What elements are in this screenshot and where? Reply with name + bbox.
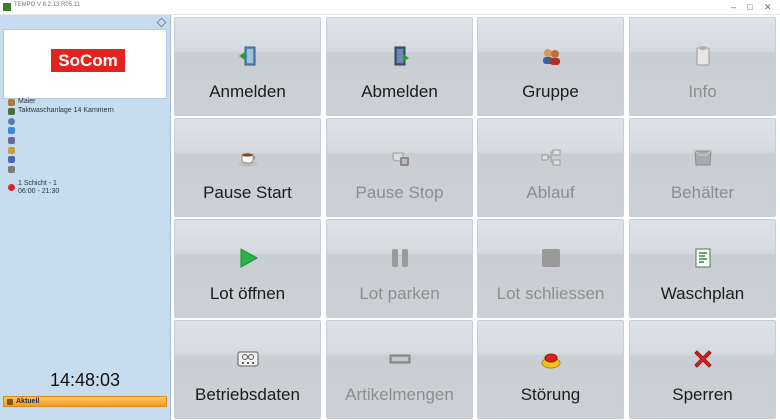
tile-artikelmengen[interactable]: Artikelmengen [326, 320, 473, 419]
tile-pause-stop[interactable]: Pause Stop [326, 118, 473, 217]
close-button[interactable]: ✕ [764, 1, 772, 13]
tile-behaelter[interactable]: Behälter [629, 118, 776, 217]
group-icon [8, 137, 15, 144]
clock: 14:48:03 [49, 370, 121, 390]
gear-icon [8, 166, 15, 173]
tile-label: Abmelden [361, 82, 438, 101]
tile-label: Lot öffnen [209, 284, 286, 303]
app-icon [3, 3, 11, 11]
stop-icon [539, 246, 563, 270]
alarm-button-icon [539, 347, 563, 371]
machine-data-icon [236, 347, 260, 371]
tile-label: Betriebsdaten [195, 385, 300, 404]
tile-label: Pause Start [203, 183, 292, 202]
tile-label: Störung [520, 385, 581, 404]
article-counter-icon [388, 347, 412, 371]
machine-name: Taktwaschanlage 14 Kammern [18, 107, 114, 114]
coffee-cup-icon [236, 145, 260, 169]
pin-icon[interactable] [156, 17, 167, 28]
tile-label: Gruppe [522, 82, 579, 101]
title-bar: TEMPO V 8.2.13 R05.11 – □ ✕ [0, 0, 780, 15]
login-door-icon [236, 44, 260, 68]
tile-label: Sperren [672, 385, 733, 404]
tile-stoerung[interactable]: Störung [477, 320, 624, 419]
pause-icon [388, 246, 412, 270]
container-icon [691, 145, 715, 169]
flow-icon [539, 145, 563, 169]
logout-door-icon [388, 44, 412, 68]
tile-info[interactable]: Info [629, 17, 776, 116]
tile-lot-parken[interactable]: Lot parken [326, 219, 473, 318]
aktuell-tab[interactable]: Aktuell [3, 396, 167, 407]
socom-logo: SoCom [51, 49, 125, 72]
shift-name: 1 Schicht - 1 [18, 180, 57, 187]
clipboard-icon [691, 44, 715, 68]
tile-lot-schliessen[interactable]: Lot schliessen [477, 219, 624, 318]
container-small-icon [8, 156, 15, 163]
tile-label: Pause Stop [355, 183, 444, 202]
tile-ablauf[interactable]: Ablauf [477, 118, 624, 217]
plan-document-icon [691, 246, 715, 270]
shift-time: 06:00 - 21:30 [18, 188, 60, 195]
tile-label: Lot parken [359, 284, 440, 303]
tile-label: Waschplan [660, 284, 745, 303]
red-x-icon [691, 347, 715, 371]
play-icon [236, 246, 260, 270]
tile-pause-start[interactable]: Pause Start [174, 118, 321, 217]
shift-icon [8, 184, 15, 191]
tile-gruppe[interactable]: Gruppe [477, 17, 624, 116]
maximize-button[interactable]: □ [747, 1, 752, 13]
cup-icon [8, 147, 15, 154]
tile-label: Anmelden [209, 82, 286, 101]
logo-area: SoCom [3, 29, 167, 99]
tile-anmelden[interactable]: Anmelden [174, 17, 321, 116]
tile-label: Artikelmengen [345, 385, 454, 404]
aktuell-icon [7, 399, 13, 405]
sidebar: SoCom Maier Taktwaschanlage 14 Kammern 1… [0, 15, 171, 420]
tile-label: Ablauf [526, 183, 575, 202]
tile-betriebsdaten[interactable]: Betriebsdaten [174, 320, 321, 419]
globe-icon [8, 118, 15, 125]
user-icon [8, 99, 15, 106]
machine-icon [8, 108, 15, 115]
aktuell-label: Aktuell [16, 398, 40, 405]
minimize-button[interactable]: – [731, 1, 736, 13]
tile-label: Behälter [670, 183, 735, 202]
tile-waschplan[interactable]: Waschplan [629, 219, 776, 318]
action-tile-grid: Anmelden Abmelden Gruppe Info Pause Star… [174, 17, 779, 420]
group-users-icon [539, 44, 563, 68]
tile-abmelden[interactable]: Abmelden [326, 17, 473, 116]
network-icon [8, 127, 15, 134]
window-title: TEMPO V 8.2.13 R05.11 [14, 2, 80, 8]
tile-sperren[interactable]: Sperren [629, 320, 776, 419]
coffee-stop-icon [388, 145, 412, 169]
tile-lot-oeffnen[interactable]: Lot öffnen [174, 219, 321, 318]
user-name: Maier [18, 98, 36, 105]
tile-label: Lot schliessen [496, 284, 605, 303]
tile-label: Info [688, 82, 717, 101]
